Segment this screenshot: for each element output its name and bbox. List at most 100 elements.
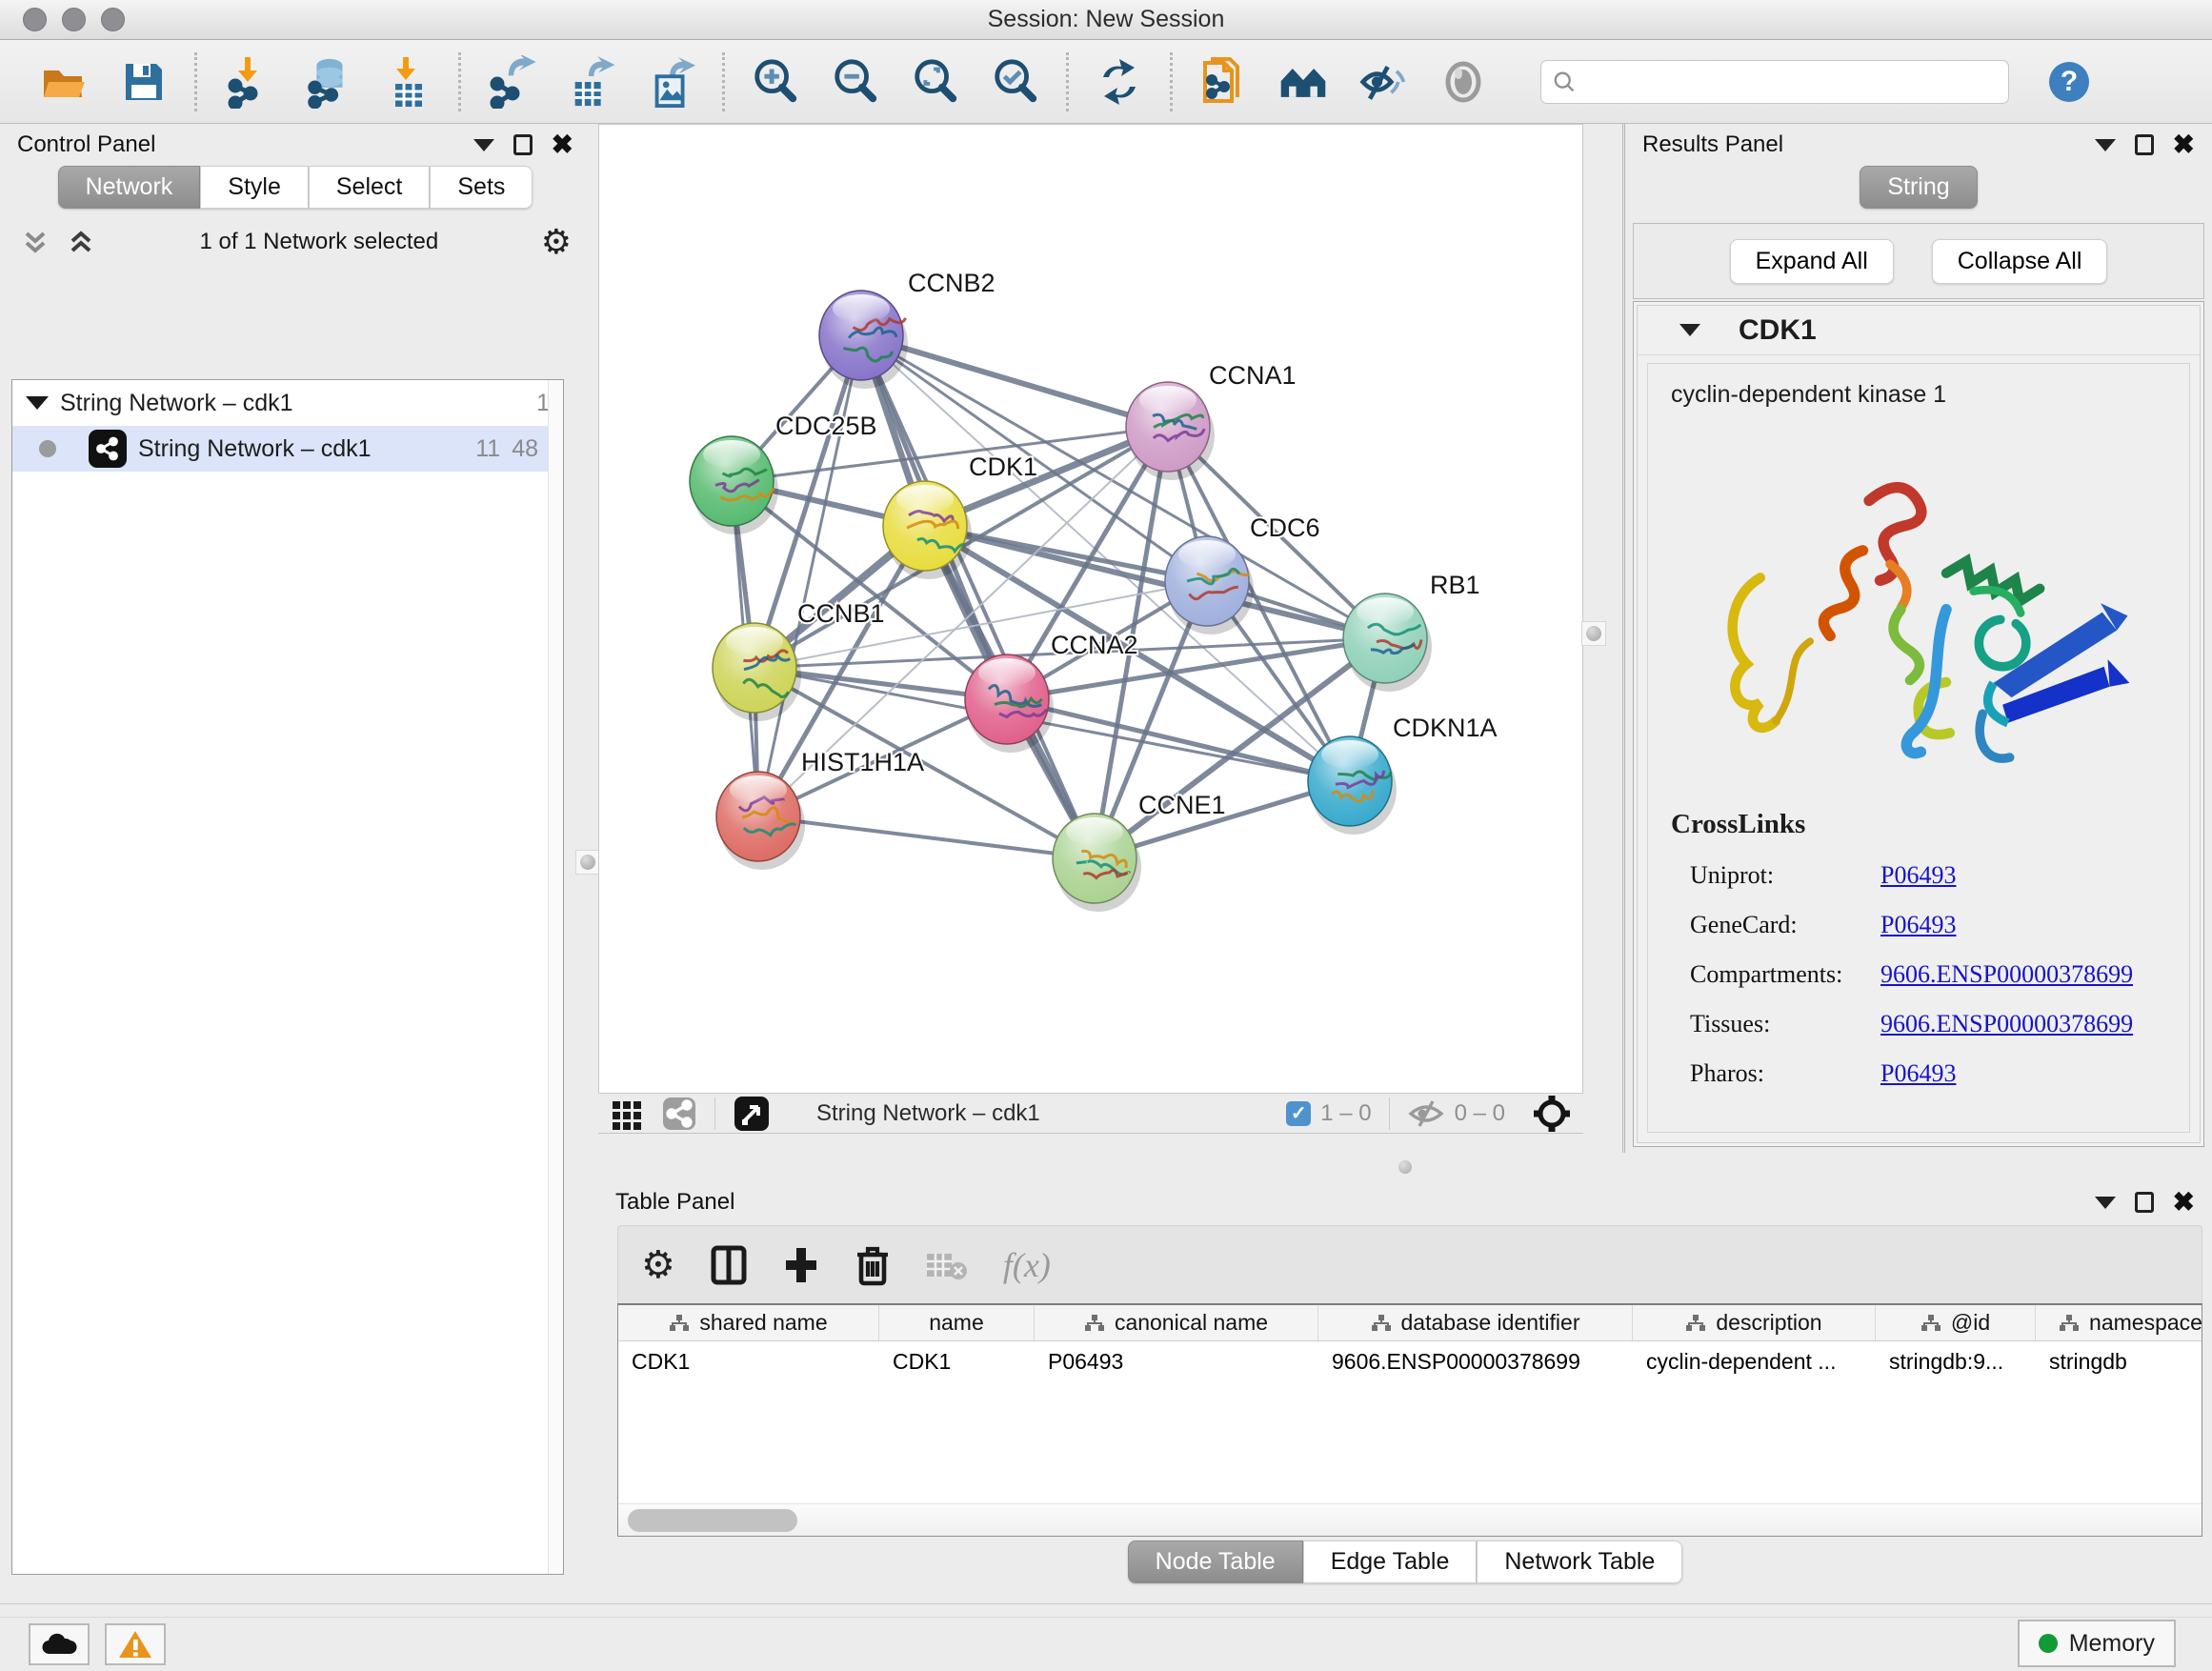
tree-expander-icon[interactable]	[26, 396, 49, 410]
save-session-button[interactable]	[118, 56, 170, 108]
toolbar-search[interactable]	[1540, 60, 2009, 104]
panel-float-icon[interactable]	[2135, 1192, 2154, 1213]
network-node-CDC6[interactable]	[1165, 536, 1254, 634]
warning-status-button[interactable]	[105, 1623, 166, 1665]
horizontal-splitter[interactable]	[598, 1153, 2212, 1181]
import-network-button[interactable]	[222, 56, 273, 108]
collapse-all-button[interactable]: Collapse All	[1932, 239, 2108, 284]
table-cell[interactable]: stringdb	[2036, 1341, 2212, 1381]
table-cell[interactable]: 9606.ENSP00000378699	[1318, 1341, 1633, 1381]
table-cell[interactable]: CDK1	[618, 1341, 879, 1381]
table-horizontal-scrollbar[interactable]	[618, 1503, 2202, 1536]
tab-string[interactable]: String	[1860, 166, 1977, 209]
grid-view-icon[interactable]	[610, 1097, 644, 1131]
network-node-CDC25B[interactable]	[690, 436, 778, 534]
refresh-button[interactable]	[1094, 56, 1145, 108]
network-view-icon[interactable]	[661, 1096, 697, 1132]
table-cell[interactable]: stringdb:9...	[1876, 1341, 2036, 1381]
network-node-RB1[interactable]	[1343, 594, 1432, 692]
scrollbar-thumb[interactable]	[628, 1509, 797, 1532]
right-splitter-handle[interactable]	[1581, 621, 1606, 646]
tree-scrollbar[interactable]	[548, 380, 563, 1574]
network-canvas[interactable]: CCNB2CCNA1CDC25BCDK1CDC6RB1CCNB1CCNA2CDK…	[598, 124, 1583, 1094]
result-entry-header[interactable]: CDK1	[1638, 306, 2200, 355]
network-node-HIST1H1A[interactable]	[716, 772, 805, 870]
tab-select[interactable]: Select	[309, 166, 430, 209]
network-node-CDKN1A[interactable]	[1308, 736, 1397, 835]
network-node-CCNE1[interactable]	[1053, 814, 1141, 912]
tab-node-table[interactable]: Node Table	[1128, 1540, 1303, 1583]
collapse-all-icon[interactable]	[19, 226, 51, 258]
tab-sets[interactable]: Sets	[430, 166, 533, 209]
panel-close-icon[interactable]: ✖	[2173, 131, 2195, 158]
table-row[interactable]: CDK1CDK1P064939606.ENSP00000378699cyclin…	[618, 1341, 2202, 1381]
column-header-canonical-name[interactable]: canonical name	[1035, 1305, 1318, 1340]
birds-eye-view-icon[interactable]	[733, 1095, 771, 1133]
column-header-@id[interactable]: @id	[1876, 1305, 2036, 1340]
home-pair-button[interactable]	[1277, 56, 1329, 108]
cloud-status-button[interactable]	[29, 1623, 90, 1665]
column-header-database-identifier[interactable]: database identifier	[1318, 1305, 1633, 1340]
zoom-out-button[interactable]	[830, 56, 881, 108]
zoom-selected-button[interactable]	[990, 56, 1041, 108]
panel-close-icon[interactable]: ✖	[2173, 1189, 2195, 1216]
table-cell[interactable]: P06493	[1035, 1341, 1318, 1381]
network-node-CCNA2[interactable]	[965, 654, 1054, 753]
crosslink-link[interactable]: P06493	[1880, 911, 1956, 939]
crosslink-link[interactable]: 9606.ENSP00000378699	[1880, 960, 2133, 989]
delete-table-icon[interactable]	[925, 1248, 969, 1282]
crosslink-link[interactable]: P06493	[1880, 861, 1956, 890]
tab-network[interactable]: Network	[58, 166, 201, 209]
tab-style[interactable]: Style	[200, 166, 309, 209]
memory-button[interactable]: Memory	[2018, 1620, 2176, 1667]
entry-expander-icon[interactable]	[1679, 324, 1700, 336]
network-node-CDK1[interactable]	[883, 481, 972, 579]
export-image-button[interactable]	[646, 56, 697, 108]
import-table-button[interactable]	[382, 56, 433, 108]
column-header-name[interactable]: name	[879, 1305, 1035, 1340]
search-input[interactable]	[1583, 69, 1997, 95]
zoom-fit-button[interactable]	[910, 56, 961, 108]
network-tree-item-row[interactable]: String Network – cdk1 11 48	[12, 426, 563, 472]
export-network-button[interactable]	[486, 56, 537, 108]
show-columns-icon[interactable]	[710, 1244, 748, 1286]
panel-collapse-icon[interactable]	[2095, 139, 2116, 151]
string-document-button[interactable]	[1197, 56, 1249, 108]
panel-close-icon[interactable]: ✖	[552, 131, 573, 158]
tab-network-table[interactable]: Network Table	[1477, 1540, 1682, 1583]
open-session-button[interactable]	[38, 56, 90, 108]
network-node-CCNB2[interactable]	[819, 291, 908, 389]
network-tree-root-row[interactable]: String Network – cdk1 1	[12, 380, 563, 426]
delete-column-icon[interactable]	[855, 1243, 891, 1287]
string-network-graph[interactable]: CCNB2CCNA1CDC25BCDK1CDC6RB1CCNB1CCNA2CDK…	[599, 125, 1582, 1093]
export-table-button[interactable]	[566, 56, 617, 108]
expand-all-button[interactable]: Expand All	[1730, 239, 1894, 284]
expand-all-icon[interactable]	[65, 226, 97, 258]
table-cell[interactable]: CDK1	[879, 1341, 1035, 1381]
network-node-CCNA1[interactable]	[1126, 382, 1215, 480]
show-elements-button[interactable]	[1438, 56, 1489, 108]
column-header-shared-name[interactable]: shared name	[618, 1305, 879, 1340]
pan-crosshair-icon[interactable]	[1532, 1094, 1572, 1134]
tab-edge-table[interactable]: Edge Table	[1303, 1540, 1478, 1583]
panel-float-icon[interactable]	[513, 134, 533, 155]
network-edge-CCNB2-CCNE1[interactable]	[861, 335, 1095, 858]
add-column-icon[interactable]	[782, 1244, 820, 1286]
network-options-gear-icon[interactable]: ⚙	[541, 225, 572, 259]
panel-collapse-icon[interactable]	[2095, 1197, 2116, 1209]
hide-elements-button[interactable]	[1357, 56, 1409, 108]
selected-checkbox-icon[interactable]: ✓	[1286, 1101, 1311, 1126]
zoom-in-button[interactable]	[750, 56, 801, 108]
column-header-namespace[interactable]: namespace	[2036, 1305, 2212, 1340]
import-network-database-button[interactable]	[302, 56, 353, 108]
network-edge-CCNB2-HIST1H1A[interactable]	[758, 335, 861, 816]
panel-collapse-icon[interactable]	[473, 139, 494, 151]
table-cell[interactable]: cyclin-dependent ...	[1633, 1341, 1876, 1381]
table-options-gear-icon[interactable]: ⚙	[641, 1246, 675, 1284]
function-builder-icon[interactable]: f(x)	[1003, 1245, 1051, 1285]
network-edge-HIST1H1A-CCNE1[interactable]	[758, 816, 1095, 858]
left-splitter-handle[interactable]	[575, 850, 600, 875]
column-header-description[interactable]: description	[1633, 1305, 1876, 1340]
help-button[interactable]: ?	[2043, 56, 2095, 108]
crosslink-link[interactable]: P06493	[1880, 1059, 1956, 1088]
